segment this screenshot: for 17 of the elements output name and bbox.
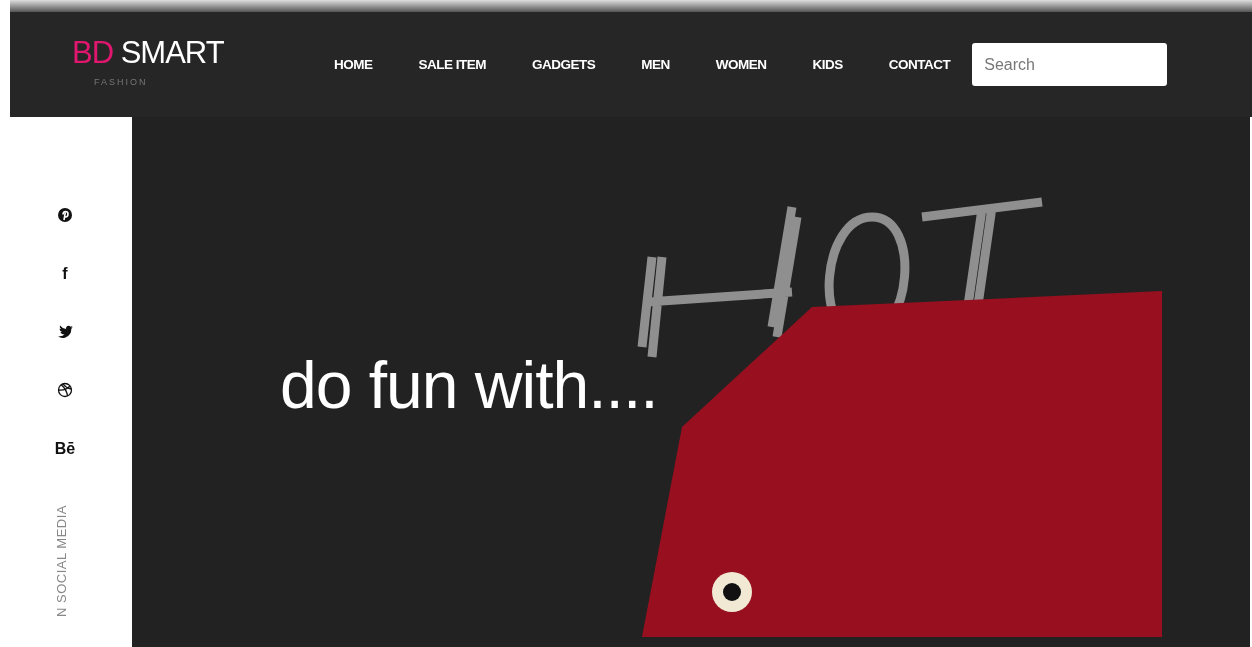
social-media-caption: N SOCIAL MEDIA [53,505,69,617]
nav-link[interactable]: GADGETS [532,57,596,72]
social-link[interactable]: Bē [54,440,76,457]
search-field[interactable]: Search [972,43,1168,86]
nav-link[interactable]: KIDS [812,57,843,72]
hero-headline: do fun with.... [280,347,658,423]
ball-icon[interactable] [57,382,73,398]
nav-link[interactable]: HOME [334,57,373,72]
bird-icon[interactable] [57,324,73,340]
nav-link[interactable]: WOMEN [715,57,767,72]
p-circle-icon[interactable] [57,207,73,223]
logo-tagline: FASHION [94,76,149,87]
social-link[interactable]: f [62,265,68,282]
nav-link[interactable]: CONTACT [888,57,951,72]
nav-link[interactable]: SALE ITEM [418,57,486,72]
nav-link[interactable]: MEN [641,57,670,72]
logo-text[interactable]: BD SMART [72,34,292,71]
